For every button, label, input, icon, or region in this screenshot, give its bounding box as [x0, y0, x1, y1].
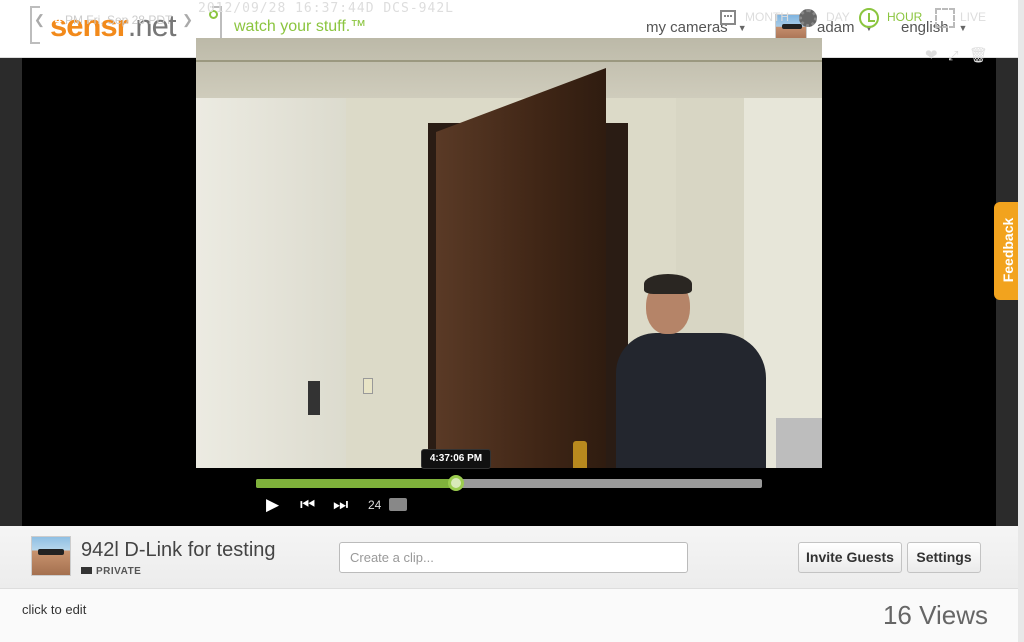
- view-day[interactable]: DAY: [826, 10, 850, 24]
- timeline-handle[interactable]: [447, 475, 464, 491]
- privacy-label: PRIVATE: [96, 566, 142, 577]
- chevron-right-icon[interactable]: ❯: [182, 12, 193, 27]
- timeline-scrubber[interactable]: [256, 475, 762, 491]
- scene-left-wall: [196, 38, 346, 468]
- views-label: Views: [919, 600, 988, 630]
- scene-ceiling: [196, 38, 822, 98]
- clock-icon[interactable]: [859, 8, 879, 28]
- camera-timestamp-overlay: 2012/09/28 16:37:44D DCS-942L: [198, 1, 454, 16]
- date-label: PM Fri, Sep 28 PDT: [64, 13, 173, 27]
- timeline-tooltip: 4:37:06 PM: [421, 449, 491, 469]
- invite-guests-button[interactable]: Invite Guests: [798, 542, 902, 573]
- scene-light-switch: [363, 378, 373, 394]
- scene-person-hair: [644, 274, 692, 294]
- view-count: 16: [882, 600, 912, 630]
- owner-avatar: [31, 536, 71, 576]
- camera-title[interactable]: 942l D-Link for testing: [81, 539, 276, 562]
- camera-frame-image: [196, 38, 822, 468]
- scene-door: [436, 68, 606, 468]
- view-hour[interactable]: HOUR: [887, 10, 922, 24]
- calendar-icon[interactable]: [720, 10, 736, 25]
- scene-ceiling-edge: [196, 60, 822, 62]
- play-icon[interactable]: ▶: [266, 495, 279, 515]
- live-frame-icon[interactable]: [935, 8, 955, 28]
- view-counter: 16 Views: [883, 600, 988, 631]
- skip-forward-icon[interactable]: ⏭: [333, 495, 348, 515]
- sun-icon[interactable]: [799, 9, 817, 27]
- view-month[interactable]: MONTH: [745, 10, 789, 24]
- clip-count: 24: [368, 498, 382, 512]
- chevron-down-icon: ▼: [958, 23, 968, 34]
- privacy-badge: PRIVATE: [81, 566, 141, 577]
- scene-cart: [776, 418, 822, 468]
- snapshot-camera-icon[interactable]: [389, 498, 407, 511]
- click-to-edit-label[interactable]: click to edit: [22, 602, 86, 617]
- description-area: [0, 589, 1018, 642]
- heart-icon[interactable]: ❤: [925, 46, 938, 64]
- settings-button[interactable]: Settings: [907, 542, 981, 573]
- scene-door-handle: [573, 441, 587, 468]
- scene-wall-panel: [308, 381, 320, 415]
- nav-my-cameras-label: my cameras: [646, 19, 728, 36]
- create-clip-input[interactable]: [339, 542, 688, 573]
- fullscreen-icon[interactable]: ⤢: [948, 48, 958, 64]
- tagline: watch your stuff.™: [234, 18, 367, 35]
- chevron-down-icon: ▼: [737, 23, 747, 34]
- skip-back-icon[interactable]: ⏮: [300, 495, 315, 515]
- page-scrollbar[interactable]: [1018, 0, 1024, 642]
- scene-person-body: [616, 333, 766, 468]
- trash-icon[interactable]: 🗑: [969, 46, 988, 64]
- feedback-label: Feedback: [1000, 217, 1016, 283]
- date-navigator: ❮ 4 PM Fri, Sep 28 PDT ❯: [34, 12, 193, 28]
- video-camera-icon: [81, 567, 92, 574]
- chevron-left-icon[interactable]: ❮: [34, 12, 45, 27]
- view-live[interactable]: LIVE: [960, 10, 986, 24]
- date-hour: 4: [54, 13, 62, 27]
- timeline-progress: [256, 479, 456, 488]
